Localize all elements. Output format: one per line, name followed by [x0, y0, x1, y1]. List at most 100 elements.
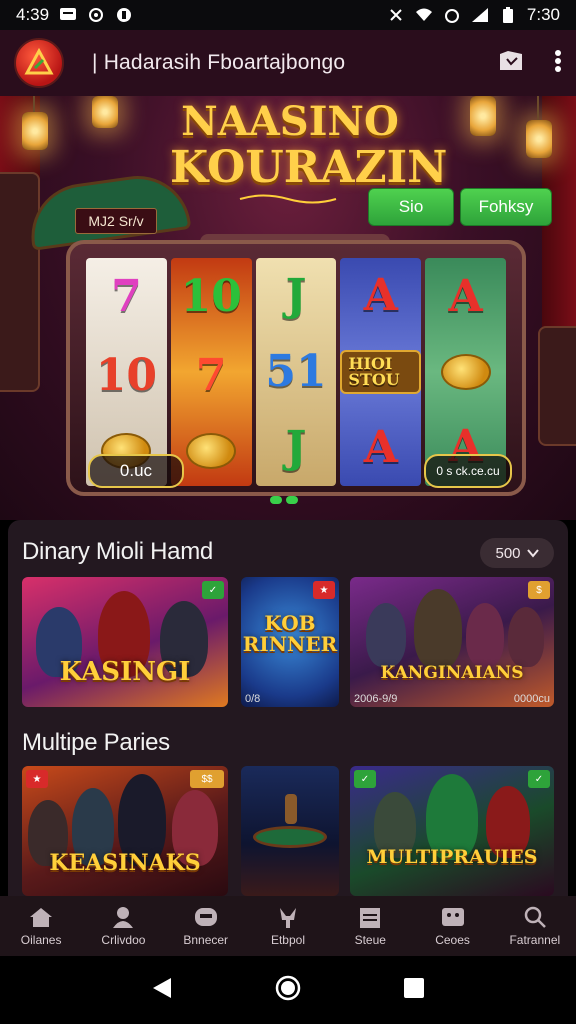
card-title: KANGINAIANS: [380, 663, 524, 683]
gold-coins-icon: [440, 353, 491, 390]
hero-title: NAASINO KOURAZIN: [170, 98, 447, 190]
wifi-icon: [415, 7, 433, 23]
reel-symbol: 7: [195, 349, 227, 401]
bottom-navigation: Oilanes Crlivdoo Bnnecer Etbpol Steue Ce…: [0, 896, 576, 956]
notification-icon: [115, 7, 133, 23]
badge-icon: ✓: [354, 770, 376, 788]
character-figure: [508, 607, 544, 667]
card-meta: 0/8: [245, 693, 335, 705]
win-display[interactable]: 0 s ck.ce.cu: [424, 454, 512, 488]
reel-symbol: 51: [265, 346, 327, 397]
badge-icon: $$: [190, 770, 224, 788]
more-menu-icon[interactable]: [554, 49, 562, 78]
bonus-button[interactable]: Fohksy: [460, 188, 552, 226]
nav-label: Etbpol: [270, 933, 305, 947]
nav-item-search[interactable]: Fatrannel: [494, 896, 576, 956]
bluetooth-off-icon: [387, 7, 405, 23]
store-icon: [439, 905, 467, 929]
reel-symbol: A: [448, 271, 483, 323]
status-time-right: 7:30: [526, 5, 560, 24]
battery-icon: [499, 7, 517, 23]
status-bar: 4:39 7:30: [0, 0, 576, 30]
wallet-icon[interactable]: [498, 49, 524, 78]
hero-title-line1: NAASINO: [181, 98, 399, 145]
trophy-icon: [274, 905, 302, 929]
play-button[interactable]: Sio: [368, 188, 454, 226]
card-title: KASINGI: [59, 657, 191, 687]
filter-value: 500: [495, 544, 521, 562]
game-card[interactable]: ✓ KASINGI: [22, 577, 228, 707]
sync-icon: [87, 7, 105, 23]
slot-bar: 0.uc 0 s ck.ce.cu: [88, 452, 512, 490]
hero-banner[interactable]: MJ2 Sr/v NAASINO KOURAZIN Sio Fohksy 7 1…: [0, 96, 576, 520]
carousel-dot[interactable]: [286, 496, 298, 504]
game-card[interactable]: ✓ ✓ MULTIPRAUIES: [350, 766, 554, 896]
status-time: 4:39: [16, 5, 50, 24]
nav-label: Crlivdoo: [101, 933, 146, 947]
home-button-icon[interactable]: [275, 975, 301, 1006]
character-figure: [414, 589, 462, 669]
badge-icon: ★: [26, 770, 48, 788]
reel-symbol: 7: [111, 271, 142, 323]
app-bar: | Hadarasih Fboartajbongo: [0, 30, 576, 96]
lantern-icon: [526, 96, 552, 158]
alarm-icon: [443, 7, 461, 23]
card-meta-left: 2006-9/9: [354, 693, 398, 705]
badge-icon: ✓: [528, 770, 550, 788]
game-card[interactable]: ★ $$ KEASINAKS: [22, 766, 228, 896]
section-title-2: Multipe Paries: [22, 729, 170, 756]
carousel-dot[interactable]: [270, 496, 282, 504]
card-meta-left: 0/8: [245, 693, 261, 705]
character-figure: [466, 603, 504, 667]
table-label: MJ2 Sr/v: [75, 208, 157, 234]
reel-symbol: 10: [95, 349, 158, 401]
carousel-indicator[interactable]: [270, 496, 298, 504]
user-icon: [109, 905, 137, 929]
nav-item-profile[interactable]: Crlivdoo: [82, 896, 164, 956]
lantern-icon: [470, 96, 496, 136]
app-title: | Hadarasih Fboartajbongo: [92, 51, 346, 74]
nav-item-home[interactable]: Oilanes: [0, 896, 82, 956]
table-lamp: [285, 794, 297, 824]
nav-label: Oilanes: [20, 933, 62, 947]
flourish-ornament: [239, 194, 337, 204]
content-panel: Dinary Mioli Hamd 500 ✓ KASINGI ★ KOB RI…: [8, 520, 568, 896]
nav-item-store[interactable]: Ceoes: [411, 896, 493, 956]
nav-item-rewards[interactable]: Etbpol: [247, 896, 329, 956]
chevron-down-icon: [526, 549, 539, 558]
message-icon: [59, 7, 77, 23]
nav-item-schedule[interactable]: Steue: [329, 896, 411, 956]
bet-display[interactable]: 0.uc: [88, 454, 184, 488]
game-card[interactable]: $ KANGINAIANS 2006-9/9 0000cu: [350, 577, 554, 707]
reel-symbol: 10: [180, 271, 242, 323]
nav-label: Bnnecer: [183, 933, 229, 947]
game-card[interactable]: ★ KOB RINNER 0/8: [241, 577, 339, 707]
filter-dropdown[interactable]: 500: [480, 538, 554, 568]
game-card[interactable]: [241, 766, 339, 896]
nav-item-games[interactable]: Bnnecer: [165, 896, 247, 956]
card-meta-right: 0000cu: [513, 693, 550, 705]
card-title: KOB RINNER: [242, 611, 338, 656]
home-icon: [27, 905, 55, 929]
poker-table: [253, 826, 327, 848]
lantern-icon: [92, 96, 118, 128]
reel-symbol-badge: HIOI STOU: [340, 350, 422, 394]
badge-icon: ★: [313, 581, 335, 599]
side-slot-machine-left: [0, 172, 40, 392]
character-figure: [366, 603, 406, 667]
lantern-icon: [22, 96, 48, 150]
reel-symbol: J: [285, 270, 307, 321]
side-slot-machine-right: [538, 326, 576, 446]
badge-icon: ✓: [202, 581, 224, 599]
section-title-1: Dinary Mioli Hamd: [22, 538, 213, 565]
back-icon[interactable]: [151, 976, 173, 1005]
recents-icon[interactable]: [403, 977, 425, 1004]
nav-label: Fatrannel: [509, 933, 561, 947]
reel-symbol: A: [363, 270, 398, 321]
calendar-icon: [356, 905, 384, 929]
logo-icon: [24, 48, 54, 75]
badge-icon: $: [528, 581, 550, 599]
chip-icon: [192, 905, 220, 929]
app-logo[interactable]: [14, 38, 64, 88]
card-title: KEASINAKS: [49, 850, 201, 876]
